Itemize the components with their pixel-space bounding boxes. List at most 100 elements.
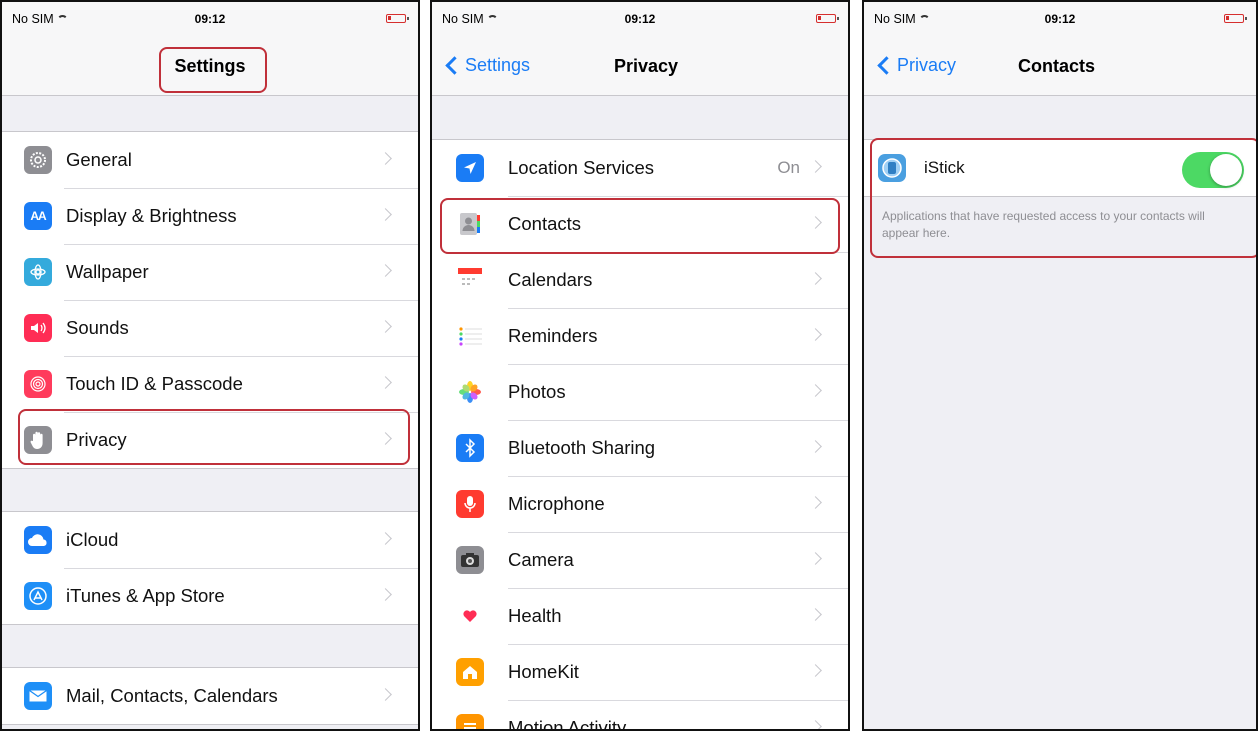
chevron-right-icon — [809, 216, 822, 229]
row-label: HomeKit — [508, 661, 579, 682]
gear-icon — [24, 146, 52, 174]
chevron-right-icon — [379, 688, 392, 701]
back-button[interactable]: Privacy — [876, 55, 956, 76]
row-label: Sounds — [66, 317, 129, 338]
battery-icon — [1224, 14, 1247, 23]
settings-row-camera[interactable]: Camera — [432, 532, 848, 588]
settings-row-wallpaper[interactable]: Wallpaper — [2, 244, 418, 300]
istick-app-icon — [878, 154, 906, 182]
settings-row-sounds[interactable]: Sounds — [2, 300, 418, 356]
row-label: Calendars — [508, 269, 593, 290]
chevron-right-icon — [809, 328, 822, 341]
app-access-list: iStick — [864, 139, 1256, 197]
photos-flower-icon — [456, 378, 484, 406]
settings-row-microphone[interactable]: Microphone — [432, 476, 848, 532]
settings-row-contacts[interactable]: Contacts — [432, 196, 848, 252]
settings-row-location-services[interactable]: Location Services On — [432, 140, 848, 196]
row-label: Motion Activity — [508, 717, 627, 731]
status-time: 09:12 — [624, 12, 656, 26]
navigation-bar: Settings Privacy — [432, 36, 848, 96]
settings-row-general[interactable]: General — [2, 132, 418, 188]
settings-row-health[interactable]: Health — [432, 588, 848, 644]
navigation-bar: Privacy Contacts — [864, 36, 1256, 96]
settings-row-bluetooth-sharing[interactable]: Bluetooth Sharing — [432, 420, 848, 476]
settings-row-motion-activity[interactable]: Motion Activity — [432, 700, 848, 731]
calendar-icon — [456, 266, 484, 294]
chevron-right-icon — [379, 152, 392, 165]
app-row-istick: iStick — [864, 140, 1256, 196]
navigation-bar: Settings — [2, 36, 418, 96]
row-label: General — [66, 149, 132, 170]
privacy-list: Location Services On Contacts Calendars Remi… — [432, 139, 848, 731]
row-label: Display & Brightness — [66, 205, 237, 226]
toggle-knob — [1210, 154, 1242, 186]
battery-icon — [816, 14, 839, 23]
page-title: Settings — [174, 56, 246, 76]
settings-row-privacy[interactable]: Privacy — [2, 412, 418, 468]
row-label: iTunes & App Store — [66, 585, 225, 606]
motion-activity-icon — [456, 714, 484, 729]
chevron-right-icon — [809, 272, 822, 285]
row-label: iCloud — [66, 529, 119, 550]
chevron-right-icon — [379, 532, 392, 545]
settings-row-icloud[interactable]: iCloud — [2, 512, 418, 568]
chevron-right-icon — [379, 432, 392, 445]
chevron-right-icon — [379, 588, 392, 601]
settings-row-itunes-app-store[interactable]: iTunes & App Store — [2, 568, 418, 624]
app-label: iStick — [924, 158, 965, 177]
contacts-icon — [456, 210, 484, 238]
settings-group-accounts: iCloud iTunes & App Store — [2, 511, 418, 625]
hand-icon — [24, 426, 52, 454]
page-title: Contacts — [1018, 56, 1096, 76]
row-label: Photos — [508, 381, 566, 402]
row-label: Bluetooth Sharing — [508, 437, 656, 458]
row-label: Touch ID & Passcode — [66, 373, 243, 394]
settings-row-calendars[interactable]: Calendars — [432, 252, 848, 308]
camera-icon — [456, 546, 484, 574]
row-label: Camera — [508, 549, 574, 570]
row-value: On — [777, 158, 800, 177]
status-bar: No SIM 09:12 — [2, 2, 418, 36]
chevron-right-icon — [809, 608, 822, 621]
settings-screen: No SIM 09:12 Settings General AA Display &… — [0, 0, 420, 731]
app-store-icon — [24, 582, 52, 610]
settings-row-touch-id-passcode[interactable]: Touch ID & Passcode — [2, 356, 418, 412]
chevron-right-icon — [809, 440, 822, 453]
chevron-right-icon — [809, 384, 822, 397]
back-label: Privacy — [897, 55, 957, 75]
status-time: 09:12 — [194, 12, 226, 26]
chevron-right-icon — [379, 264, 392, 277]
row-label: Wallpaper — [66, 261, 149, 282]
chevron-right-icon — [379, 208, 392, 221]
status-bar: No SIM 09:12 — [432, 2, 848, 36]
status-time: 09:12 — [1044, 12, 1076, 26]
settings-row-homekit[interactable]: HomeKit — [432, 644, 848, 700]
contacts-privacy-screen: No SIM 09:12 Privacy Contacts iStick App… — [862, 0, 1258, 731]
istick-contacts-toggle[interactable] — [1182, 152, 1244, 188]
cloud-icon — [24, 526, 52, 554]
chevron-right-icon — [379, 376, 392, 389]
page-title: Privacy — [613, 56, 679, 76]
chevron-left-icon — [877, 56, 896, 75]
row-label: Mail, Contacts, Calendars — [66, 685, 278, 706]
chevron-right-icon — [809, 664, 822, 677]
settings-row-mail-contacts-calendars[interactable]: Mail, Contacts, Calendars — [2, 668, 418, 724]
bluetooth-icon — [456, 434, 484, 462]
settings-row-display-brightness[interactable]: AA Display & Brightness — [2, 188, 418, 244]
row-label: Health — [508, 605, 562, 626]
privacy-screen: No SIM 09:12 Settings Privacy Location S… — [430, 0, 850, 731]
settings-group-general: General AA Display & Brightness Wallpaper So… — [2, 131, 418, 469]
battery-icon — [386, 14, 409, 23]
microphone-icon — [456, 490, 484, 518]
row-label: Microphone — [508, 493, 605, 514]
chevron-right-icon — [809, 160, 822, 173]
chevron-right-icon — [809, 720, 822, 729]
settings-row-reminders[interactable]: Reminders — [432, 308, 848, 364]
row-label: Contacts — [508, 213, 582, 234]
access-footnote: Applications that have requested access … — [882, 209, 1205, 240]
row-label: Location Services — [508, 157, 655, 178]
chevron-right-icon — [379, 320, 392, 333]
chevron-right-icon — [809, 552, 822, 565]
settings-row-photos[interactable]: Photos — [432, 364, 848, 420]
location-arrow-icon — [456, 154, 484, 182]
